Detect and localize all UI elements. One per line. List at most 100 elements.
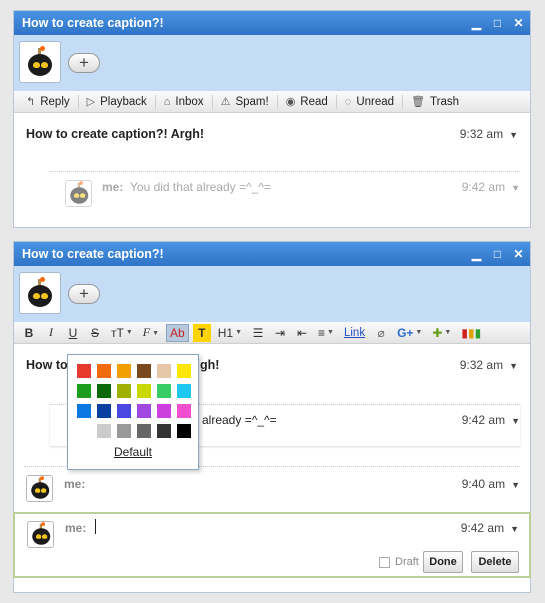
reply-time[interactable]: 9:42 am ▼ <box>462 180 520 194</box>
unread-button[interactable]: ◌ Unread <box>337 94 404 109</box>
color-swatch[interactable] <box>177 384 191 398</box>
reply-item[interactable]: me: 9:40 am ▼ <box>24 466 520 510</box>
color-grid <box>77 364 198 438</box>
chevron-down-icon[interactable]: ▼ <box>511 183 520 193</box>
color-palette-popup: Default <box>67 354 199 470</box>
color-swatch[interactable] <box>77 404 91 418</box>
color-swatch[interactable] <box>177 424 191 438</box>
close-icon[interactable]: ✕ <box>513 242 524 266</box>
outdent-icon[interactable]: ⇤ <box>293 324 311 342</box>
color-swatch[interactable] <box>97 364 111 378</box>
color-swatch[interactable] <box>117 404 131 418</box>
window-titlebar[interactable]: How to create caption?! ▁ □ ✕ <box>14 242 530 266</box>
color-swatch[interactable] <box>157 404 171 418</box>
color-swatch[interactable] <box>97 384 111 398</box>
color-swatch[interactable] <box>97 404 111 418</box>
text-color-button[interactable]: Ab <box>166 323 189 342</box>
delete-button[interactable]: Delete <box>471 551 519 573</box>
spam-button[interactable]: ⚠ Spam! <box>213 94 278 109</box>
chevron-down-icon: ▼ <box>444 329 452 336</box>
color-swatch[interactable] <box>137 384 151 398</box>
playback-button[interactable]: ▷ Playback <box>79 94 156 109</box>
color-swatch[interactable] <box>117 384 131 398</box>
color-swatch[interactable] <box>77 384 91 398</box>
close-icon[interactable]: ✕ <box>513 11 524 35</box>
done-button[interactable]: Done <box>423 551 463 573</box>
bullet-list-icon[interactable]: ☰ <box>249 324 267 342</box>
color-swatch[interactable] <box>77 424 91 438</box>
reply-item[interactable]: me: You did that already =^_^= 9:42 am ▼ <box>50 171 520 221</box>
color-swatch[interactable] <box>157 364 171 378</box>
reply-button[interactable]: ↰ Reply <box>18 94 79 109</box>
color-swatch[interactable] <box>137 404 151 418</box>
google-plus-icon[interactable]: G+ ▼ <box>394 324 425 342</box>
chevron-down-icon[interactable]: ▼ <box>511 416 520 426</box>
eye-icon: ◉ <box>285 96 296 108</box>
message-time[interactable]: 9:32 am ▼ <box>460 127 518 141</box>
chevron-down-icon: ▼ <box>415 329 423 336</box>
font-family-button[interactable]: F ▼ <box>140 324 162 342</box>
minimize-icon[interactable]: ▁ <box>471 242 482 266</box>
strikethrough-button[interactable]: S <box>86 324 104 342</box>
indent-icon[interactable]: ⇥ <box>271 324 289 342</box>
color-swatch[interactable] <box>117 424 131 438</box>
heading-button[interactable]: H1 ▼ <box>215 324 245 342</box>
bold-button[interactable]: B <box>20 324 38 342</box>
puzzle-icon[interactable]: ✚ ▼ <box>429 324 454 342</box>
chevron-down-icon[interactable]: ▼ <box>510 524 519 534</box>
message-subject: How to <box>26 358 68 372</box>
color-swatch[interactable] <box>177 404 191 418</box>
align-button[interactable]: ≡ ▼ <box>315 324 337 342</box>
bomb-avatar-icon <box>25 277 55 308</box>
window-title: How to create caption?! <box>22 16 164 30</box>
underline-button[interactable]: U <box>64 324 82 342</box>
window-titlebar[interactable]: How to create caption?! ▁ □ ✕ <box>14 11 530 35</box>
avatar[interactable] <box>19 41 61 83</box>
chevron-down-icon[interactable]: ▼ <box>509 361 518 371</box>
compose-time[interactable]: 9:42 am ▼ <box>461 521 519 535</box>
trash-button[interactable]: 🗑 Trash <box>403 95 467 109</box>
reply-text: You did that already =^_^= <box>130 180 271 194</box>
color-swatch[interactable] <box>137 424 151 438</box>
color-swatch[interactable] <box>97 424 111 438</box>
color-swatch[interactable] <box>177 364 191 378</box>
participants-bar: + <box>14 35 530 91</box>
avatar[interactable] <box>19 272 61 314</box>
draft-checkbox[interactable] <box>379 557 390 568</box>
message-header[interactable]: How to create caption?! Argh! 9:32 am ▼ <box>14 113 530 149</box>
message-time[interactable]: 9:32 am ▼ <box>460 358 518 372</box>
chevron-down-icon: ▼ <box>235 329 243 336</box>
font-size-button[interactable]: тT ▼ <box>108 324 136 342</box>
maximize-icon[interactable]: □ <box>492 242 503 266</box>
maximize-icon[interactable]: □ <box>492 11 503 35</box>
reply-time[interactable]: 9:40 am ▼ <box>462 477 520 491</box>
text-cursor[interactable] <box>95 519 96 534</box>
color-swatch[interactable] <box>157 384 171 398</box>
color-swatch[interactable] <box>117 364 131 378</box>
compose-author: me: <box>65 521 87 535</box>
attachment-icon[interactable]: ⌀ <box>372 324 390 342</box>
chevron-down-icon[interactable]: ▼ <box>511 480 520 490</box>
message-subject-tail: gh! <box>200 358 220 372</box>
reply-text: already =^_^= <box>202 413 277 427</box>
color-swatch[interactable] <box>137 364 151 378</box>
reply-time[interactable]: 9:42 am ▼ <box>462 413 520 427</box>
spam-icon: ⚠ <box>220 96 231 108</box>
color-swatch[interactable] <box>77 364 91 378</box>
minimize-icon[interactable]: ▁ <box>471 11 482 35</box>
read-button[interactable]: ◉ Read <box>278 94 337 109</box>
reply-author: me: <box>64 477 86 491</box>
link-button[interactable]: Link <box>341 324 368 342</box>
highlight-button[interactable]: T <box>192 323 211 342</box>
compose-editor[interactable]: me: 9:42 am ▼ Draft Done Delete <box>13 512 531 578</box>
color-swatch[interactable] <box>157 424 171 438</box>
chevron-down-icon[interactable]: ▼ <box>509 130 518 140</box>
bars-icon[interactable]: ▮ ▮ ▮ <box>458 324 484 342</box>
inbox-icon: ⌂ <box>163 95 171 108</box>
add-participant-button[interactable]: + <box>68 53 100 73</box>
italic-button[interactable]: I <box>42 324 60 342</box>
add-participant-button[interactable]: + <box>68 284 100 304</box>
inbox-button[interactable]: ⌂ Inbox <box>156 94 213 109</box>
message-subject: How to create caption?! Argh! <box>26 127 205 141</box>
default-color-link[interactable]: Default <box>68 445 198 459</box>
